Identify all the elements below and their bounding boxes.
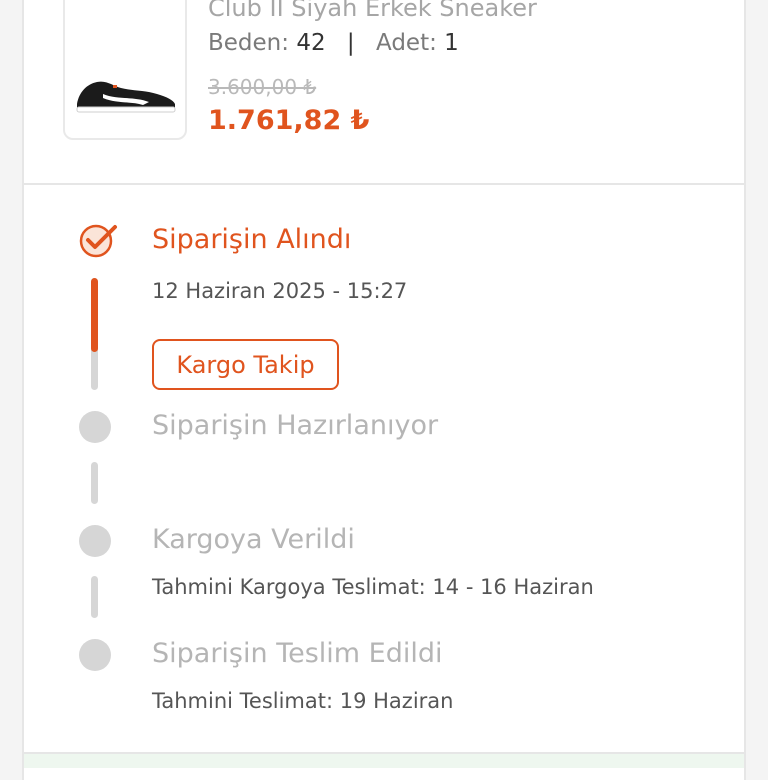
dot-icon [79, 639, 111, 671]
section-divider [24, 183, 744, 185]
info-banner [24, 754, 744, 768]
size-label: Beden: [208, 30, 290, 56]
variant-separator: | [346, 30, 355, 56]
dot-icon [79, 525, 111, 557]
step-estimate-shipped: Tahmini Kargoya Teslimat: 14 - 16 Hazira… [152, 575, 594, 599]
step-title-delivered: Siparişin Teslim Edildi [152, 638, 443, 669]
timeline-connector [91, 576, 98, 618]
timeline-connector-progress [91, 278, 98, 352]
size-value: 42 [296, 30, 326, 56]
step-estimate-delivered: Tahmini Teslimat: 19 Haziran [152, 689, 454, 713]
sneaker-icon [76, 81, 176, 113]
cargo-tracking-button[interactable]: Kargo Takip [152, 339, 339, 390]
discounted-price: 1.761,82 ₺ [208, 105, 370, 136]
step-title-received: Siparişin Alındı [152, 224, 352, 255]
qty-value: 1 [444, 30, 459, 56]
product-variant: Beden: 42 | Adet: 1 [208, 30, 459, 56]
step-date-received: 12 Haziran 2025 - 15:27 [152, 279, 408, 303]
dot-icon [79, 411, 111, 443]
product-image[interactable] [63, 0, 187, 140]
product-name[interactable]: Club II Siyah Erkek Sneaker [208, 0, 537, 22]
qty-label: Adet: [375, 30, 437, 56]
old-price: 3.600,00 ₺ [208, 75, 317, 99]
step-title-shipped: Kargoya Verildi [152, 524, 355, 555]
timeline-connector [91, 278, 98, 390]
step-title-preparing: Siparişin Hazırlanıyor [152, 410, 439, 441]
timeline-connector [91, 462, 98, 504]
check-icon [79, 224, 117, 258]
